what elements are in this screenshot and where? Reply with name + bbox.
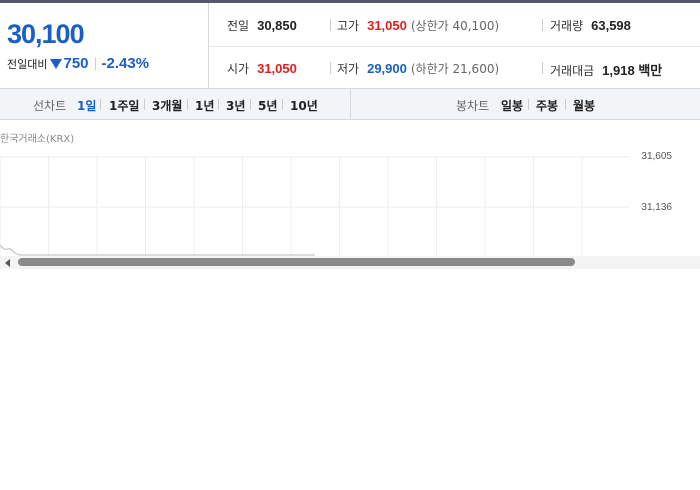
tab-1week[interactable]: 1주일: [109, 97, 139, 114]
price-line: [0, 244, 315, 256]
quote-summary: 30,100 전일대비 750 -2.43% 전일 30,850 고가 31,0…: [0, 0, 700, 89]
low-label: 저가: [337, 62, 360, 76]
low-value: 29,900: [367, 61, 407, 76]
tab-1day[interactable]: 1일: [77, 97, 96, 114]
tab-daily-candle[interactable]: 일봉: [501, 97, 523, 114]
high-label: 고가: [337, 19, 360, 33]
line-chart-tabs: 선차트 1일 1주일 3개월 1년 3년 5년 10년: [0, 89, 351, 119]
change-rate: -2.43%: [101, 55, 150, 72]
divider: [330, 19, 331, 31]
divider: [528, 99, 529, 110]
tab-3month[interactable]: 3개월: [152, 97, 182, 114]
high-value: 31,050: [367, 18, 407, 33]
divider: [187, 99, 188, 110]
divider: [565, 99, 566, 110]
divider: [94, 57, 96, 70]
current-price: 30,100: [7, 19, 85, 49]
divider: [542, 19, 543, 31]
volume-cell: 거래량 63,598: [550, 17, 631, 34]
upper-limit: (상한가 40,100): [410, 19, 500, 33]
tab-weekly-candle[interactable]: 주봉: [536, 97, 558, 114]
divider: [542, 62, 543, 74]
tab-3year[interactable]: 3년: [226, 97, 245, 114]
divider: [330, 62, 331, 74]
prev-close-label: 전일: [227, 19, 250, 33]
amount-value: 1,918 백만: [602, 63, 663, 78]
divider: [218, 99, 219, 110]
scrollbar-thumb[interactable]: [18, 258, 575, 266]
change-label: 전일대비: [7, 57, 48, 71]
y-tick-label: 31,605: [641, 151, 672, 162]
open-value: 31,050: [257, 61, 297, 76]
stats-row-1: 전일 30,850 고가 31,050 (상한가 40,100) 거래량 63,…: [209, 3, 700, 47]
divider: [282, 99, 283, 110]
chart-tabs: 선차트 1일 1주일 3개월 1년 3년 5년 10년 봉차트 일봉 주봉 월봉: [0, 89, 700, 120]
high-cell: 고가 31,050 (상한가 40,100): [337, 17, 499, 34]
open-label: 시가: [227, 62, 250, 76]
y-tick-label: 31,136: [641, 202, 672, 213]
down-triangle-icon: [50, 58, 63, 69]
tab-5year[interactable]: 5년: [258, 97, 277, 114]
volume-label: 거래량: [550, 19, 584, 33]
chart-canvas: [0, 156, 630, 256]
price-chart: 한국거래소(KRX) 31,605 31,136: [0, 121, 700, 256]
candle-chart-title: 봉차트: [456, 99, 490, 113]
change-amount: 750: [47, 55, 89, 72]
volume-value: 63,598: [591, 18, 631, 33]
chart-scrollbar[interactable]: [0, 256, 700, 269]
stats-table: 전일 30,850 고가 31,050 (상한가 40,100) 거래량 63,…: [209, 3, 700, 89]
prev-close-value: 30,850: [257, 18, 297, 33]
change-value: 750: [63, 55, 89, 72]
amount-cell: 거래대금 1,918 백만: [550, 60, 662, 79]
divider: [100, 99, 101, 110]
divider: [250, 99, 251, 110]
price-box: 30,100 전일대비 750 -2.43%: [0, 3, 209, 89]
stats-row-2: 시가 31,050 저가 29,900 (하한가 21,600) 거래대금 1,…: [209, 46, 700, 89]
line-chart-title: 선차트: [33, 99, 67, 113]
divider: [144, 99, 145, 110]
lower-limit: (하한가 21,600): [410, 62, 500, 76]
open-cell: 시가 31,050: [227, 60, 297, 77]
tab-monthly-candle[interactable]: 월봉: [573, 97, 595, 114]
tab-10year[interactable]: 10년: [290, 97, 318, 114]
amount-label: 거래대금: [550, 64, 595, 78]
prev-close-cell: 전일 30,850: [227, 17, 297, 34]
scroll-left-arrow-icon[interactable]: [5, 259, 10, 267]
low-cell: 저가 29,900 (하한가 21,600): [337, 60, 499, 77]
tab-1year[interactable]: 1년: [195, 97, 214, 114]
change-row: 전일대비 750 -2.43%: [7, 55, 149, 72]
